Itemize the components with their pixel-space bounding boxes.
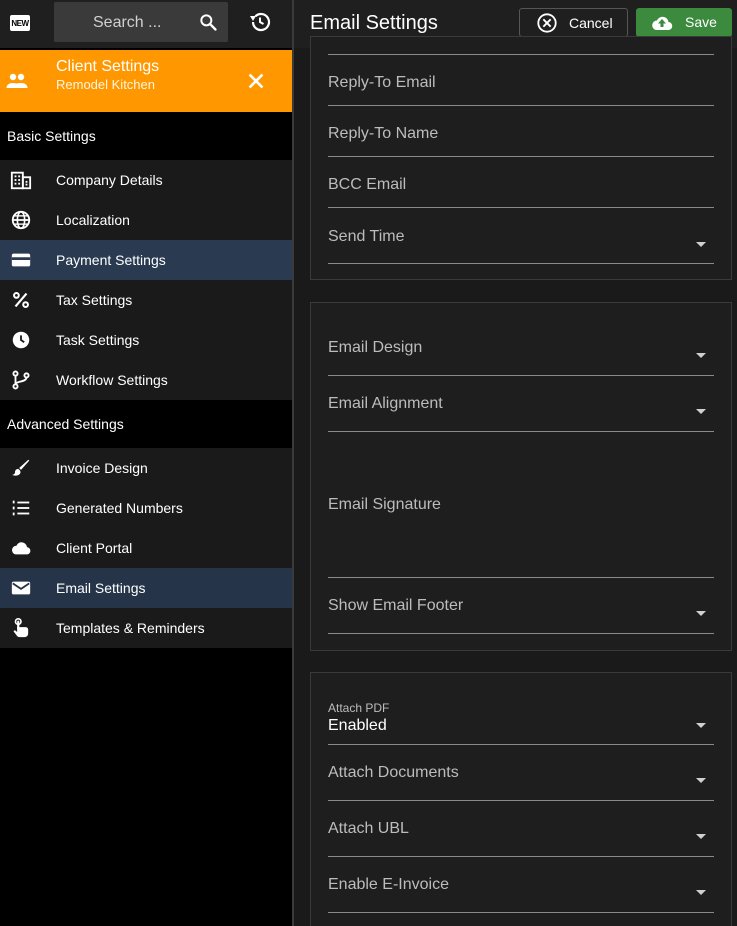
field-label: Reply-To Email <box>328 74 436 91</box>
numbered-list-icon <box>12 500 30 516</box>
sidebar-item-label: Tax Settings <box>56 292 133 308</box>
client-settings-banner[interactable]: Client Settings Remodel Kitchen <box>0 50 292 112</box>
sidebar: NEW Search ... Client Settings Remodel K… <box>0 0 292 926</box>
cancel-circle-icon <box>537 13 557 33</box>
show-email-footer-select[interactable]: Show Email Footer <box>328 590 714 634</box>
cloud-upload-icon <box>652 16 673 31</box>
sidebar-item-label: Task Settings <box>56 332 140 348</box>
field-label: Attach Documents <box>328 764 459 781</box>
credit-card-icon <box>11 253 31 267</box>
sidebar-item-payment-settings[interactable]: Payment Settings <box>0 240 292 280</box>
sidebar-item-label: Workflow Settings <box>56 372 168 388</box>
attachments-panel: Attach PDF Enabled Attach Documents Atta… <box>310 672 732 926</box>
send-time-select[interactable]: Send Time <box>328 220 714 264</box>
attach-ubl-select[interactable]: Attach UBL <box>328 813 714 857</box>
sidebar-item-label: Company Details <box>56 172 163 188</box>
field-label: Attach UBL <box>328 820 409 837</box>
sidebar-item-label: Payment Settings <box>56 252 166 268</box>
hand-pointer-icon <box>13 618 29 638</box>
reply-to-email-field[interactable]: Reply-To Email <box>328 67 714 106</box>
building-icon <box>10 171 32 190</box>
field-label: Enable E-Invoice <box>328 876 449 893</box>
history-icon[interactable] <box>248 10 272 34</box>
search-icon[interactable] <box>198 12 218 32</box>
field-label: Send Time <box>328 228 405 245</box>
sidebar-item-label: Invoice Design <box>56 460 148 476</box>
mail-icon <box>11 581 31 595</box>
globe-icon <box>11 210 31 230</box>
sidebar-item-workflow-settings[interactable]: Workflow Settings <box>0 360 292 400</box>
close-icon[interactable] <box>245 70 267 92</box>
attach-documents-select[interactable]: Attach Documents <box>328 757 714 801</box>
chevron-down-icon <box>696 778 706 783</box>
people-icon <box>6 73 28 88</box>
sidebar-item-label: Localization <box>56 212 130 228</box>
field-label: Email Design <box>328 339 423 356</box>
sidebar-item-email-settings[interactable]: Email Settings <box>0 568 292 608</box>
field-label: Email Signature <box>328 496 441 513</box>
email-signature-field[interactable]: Email Signature <box>328 444 714 578</box>
chevron-down-icon <box>696 611 706 616</box>
basic-settings-header: Basic Settings <box>0 112 292 160</box>
main-content: Email Settings Cancel Save Reply-To Emai… <box>294 0 737 926</box>
field-label: Attach PDF <box>328 701 390 715</box>
attach-pdf-select[interactable]: Attach PDF Enabled <box>328 693 714 745</box>
email-design-select[interactable]: Email Design <box>328 323 714 376</box>
sidebar-item-invoice-design[interactable]: Invoice Design <box>0 448 292 488</box>
branch-icon <box>12 370 30 390</box>
sidebar-item-label: Client Portal <box>56 540 133 556</box>
sidebar-item-client-portal[interactable]: Client Portal <box>0 528 292 568</box>
chevron-down-icon <box>696 890 706 895</box>
percent-icon <box>13 292 29 308</box>
sidebar-item-label: Templates & Reminders <box>56 620 205 636</box>
hidden-top-field[interactable] <box>328 37 714 55</box>
client-title: Client Settings <box>56 58 160 75</box>
field-label: Reply-To Name <box>328 125 439 142</box>
search-input[interactable]: Search ... <box>54 2 228 42</box>
field-label: Email Alignment <box>328 395 443 412</box>
save-label: Save <box>685 14 717 30</box>
chevron-down-icon <box>696 353 706 358</box>
chevron-down-icon <box>696 723 706 728</box>
app-root: NEW Search ... Client Settings Remodel K… <box>0 0 737 926</box>
sidebar-item-tax-settings[interactable]: Tax Settings <box>0 280 292 320</box>
sender-panel: Reply-To Email Reply-To Name BCC Email S… <box>310 36 732 280</box>
sidebar-topbar: NEW Search ... <box>0 0 292 48</box>
cloud-icon <box>11 542 31 555</box>
reply-to-name-field[interactable]: Reply-To Name <box>328 118 714 157</box>
cancel-button[interactable]: Cancel <box>519 8 628 37</box>
sidebar-item-company-details[interactable]: Company Details <box>0 160 292 200</box>
design-panel: Email Design Email Alignment Email Signa… <box>310 302 732 651</box>
chevron-down-icon <box>696 242 706 247</box>
field-value: Enabled <box>328 717 387 734</box>
search-placeholder: Search ... <box>93 14 162 31</box>
client-subtitle: Remodel Kitchen <box>56 77 155 92</box>
enable-e-invoice-select[interactable]: Enable E-Invoice <box>328 869 714 913</box>
new-badge: NEW <box>10 15 30 31</box>
chevron-down-icon <box>696 834 706 839</box>
save-button[interactable]: Save <box>636 8 732 37</box>
sidebar-item-templates-reminders[interactable]: Templates & Reminders <box>0 608 292 648</box>
page-title: Email Settings <box>310 12 438 34</box>
advanced-settings-header: Advanced Settings <box>0 400 292 448</box>
sidebar-item-generated-numbers[interactable]: Generated Numbers <box>0 488 292 528</box>
chevron-down-icon <box>696 409 706 414</box>
new-icon[interactable]: NEW <box>8 12 32 34</box>
sidebar-item-task-settings[interactable]: Task Settings <box>0 320 292 360</box>
bcc-email-field[interactable]: BCC Email <box>328 169 714 208</box>
field-label: Show Email Footer <box>328 597 464 614</box>
field-label: BCC Email <box>328 176 407 193</box>
sidebar-item-label: Email Settings <box>56 580 146 596</box>
email-alignment-select[interactable]: Email Alignment <box>328 388 714 432</box>
sidebar-item-localization[interactable]: Localization <box>0 200 292 240</box>
cancel-label: Cancel <box>569 15 613 31</box>
brush-icon <box>12 459 30 476</box>
clock-icon <box>12 331 30 349</box>
sidebar-item-label: Generated Numbers <box>56 500 183 516</box>
